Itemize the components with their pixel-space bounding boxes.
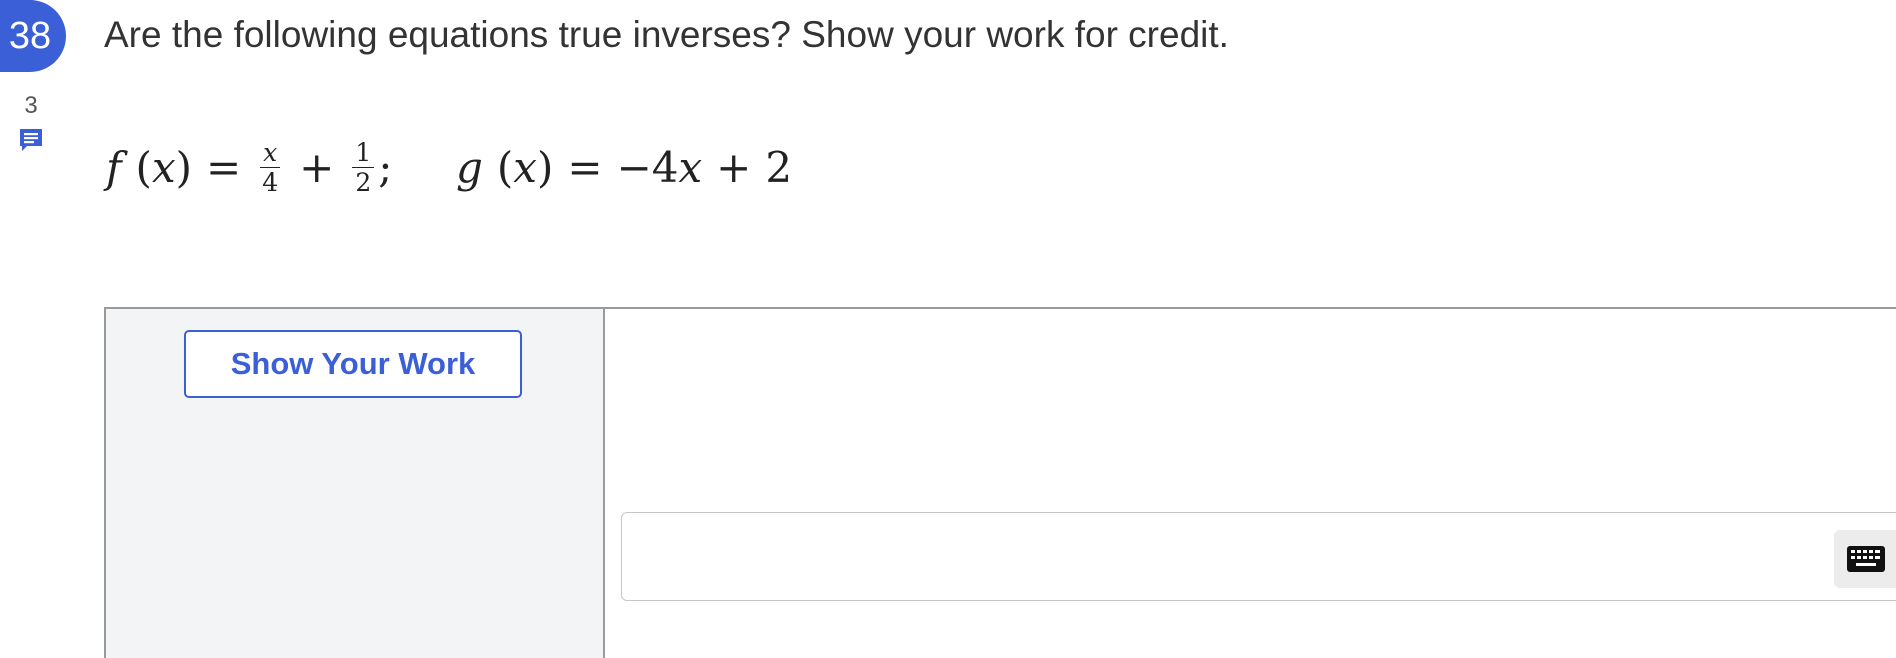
- fraction-numerator: 1: [352, 140, 375, 168]
- g-variable: x: [513, 142, 537, 192]
- question-page: 38 3 Are the following equations true in…: [0, 0, 1896, 658]
- question-number-badge: 38: [0, 0, 66, 72]
- work-panel: Show Your Work: [106, 309, 605, 658]
- g-plus: +: [716, 142, 752, 192]
- f-plus: +: [299, 142, 335, 192]
- g-function-name: g: [456, 142, 483, 192]
- g-equals: =: [567, 142, 603, 192]
- g-x-term: x: [678, 142, 703, 192]
- equation-f: f (x) = x 4 + 1 2 ;: [106, 137, 393, 197]
- f-variable: x: [151, 142, 176, 192]
- f-function-name: f: [106, 142, 122, 192]
- show-your-work-button[interactable]: Show Your Work: [184, 330, 522, 398]
- equation-g: g (x) = −4 x + 2: [456, 142, 793, 192]
- comment-count: 3: [24, 92, 38, 119]
- fraction-denominator: 2: [355, 167, 372, 197]
- fraction-denominator: 4: [262, 167, 279, 197]
- f-equals: =: [206, 142, 242, 192]
- g-coefficient: −4: [616, 142, 679, 192]
- fraction-numerator: x: [260, 140, 281, 168]
- f-fraction-x-over-4: x 4: [259, 140, 281, 195]
- question-prompt: Are the following equations true inverse…: [104, 14, 1229, 55]
- g-constant: 2: [765, 142, 793, 192]
- keyboard-icon: [1847, 546, 1885, 572]
- comment-icon[interactable]: [18, 127, 44, 155]
- work-area: Show Your Work: [104, 307, 1896, 658]
- f-fraction-1-over-2: 1 2: [352, 140, 375, 197]
- keyboard-toggle-button[interactable]: [1834, 530, 1896, 588]
- f-semicolon: ;: [378, 142, 393, 192]
- answer-input[interactable]: [621, 512, 1896, 601]
